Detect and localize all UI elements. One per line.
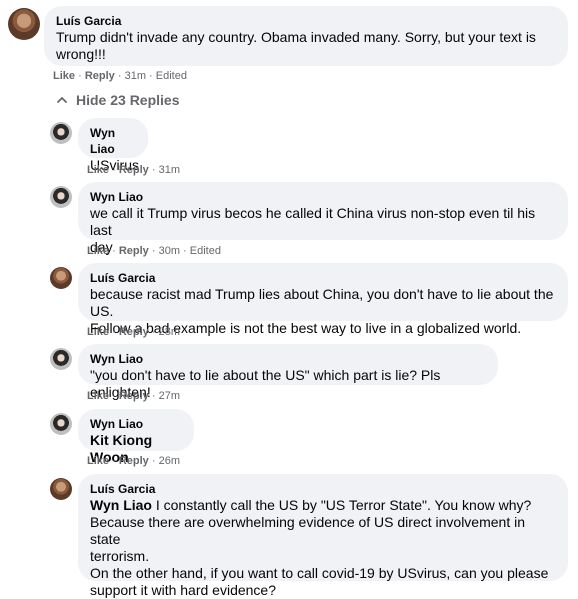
like-link[interactable]: Like — [87, 245, 109, 257]
comment-time[interactable]: 28m — [159, 326, 180, 338]
comment-bubble: Wyn Liao we call it Trump virus becos he… — [78, 182, 568, 255]
avatar[interactable] — [50, 122, 72, 144]
commenter-name[interactable]: Luís Garcia — [90, 270, 556, 286]
separator: · — [117, 70, 122, 82]
separator: · — [112, 245, 116, 257]
separator: · — [151, 326, 156, 338]
chevron-up-icon — [57, 97, 67, 103]
separator: · — [78, 70, 82, 82]
commenter-name[interactable]: Wyn Liao — [90, 351, 486, 367]
comment-bubble: Luís Garcia Wyn Liao I constantly call t… — [78, 474, 568, 598]
comment-actions: Like · Reply · 27m — [87, 389, 180, 403]
reply-link[interactable]: Reply — [119, 164, 149, 176]
separator: · — [151, 164, 156, 176]
like-link[interactable]: Like — [87, 326, 109, 338]
comment-time[interactable]: 31m — [159, 164, 180, 176]
like-link[interactable]: Like — [53, 70, 75, 82]
hide-replies-button[interactable]: Hide 23 Replies — [56, 91, 180, 109]
comment-bubble: Wyn Liao USvirus — [78, 118, 148, 173]
like-link[interactable]: Like — [87, 164, 109, 176]
avatar[interactable] — [8, 8, 40, 40]
comment-time[interactable]: 27m — [159, 390, 180, 402]
comment-time[interactable]: 26m — [159, 455, 180, 467]
like-link[interactable]: Like — [87, 390, 109, 402]
commenter-name[interactable]: Wyn Liao — [90, 189, 556, 205]
reply-link[interactable]: Reply — [119, 390, 149, 402]
avatar[interactable] — [50, 478, 72, 500]
separator: · — [149, 70, 153, 82]
avatar[interactable] — [50, 348, 72, 370]
avatar[interactable] — [50, 186, 72, 208]
comment-time[interactable]: 30m — [159, 245, 180, 257]
mention-link[interactable]: Wyn Liao — [90, 497, 152, 513]
avatar[interactable] — [50, 413, 72, 435]
commenter-name[interactable]: Wyn Liao — [90, 125, 136, 157]
hide-replies-label: Hide 23 Replies — [76, 92, 180, 108]
comment-actions: Like · Reply · 28m — [87, 325, 180, 339]
reply-link[interactable]: Reply — [85, 70, 115, 82]
comment-actions: Like · Reply · 31m — [87, 163, 180, 177]
reply-link[interactable]: Reply — [119, 245, 149, 257]
comment-actions: Like · Reply · 26m — [87, 454, 180, 468]
comment-time[interactable]: 31m — [125, 70, 146, 82]
comment-actions: Like · Reply · 31m · Edited — [53, 69, 187, 83]
edited-label: Edited — [155, 70, 187, 82]
separator: · — [151, 455, 156, 467]
separator: · — [151, 390, 156, 402]
comment-body: I constantly call the US by "US Terror S… — [90, 497, 549, 598]
separator: · — [112, 164, 116, 176]
comment-bubble: Luís Garcia because racist mad Trump lie… — [78, 263, 568, 336]
commenter-name[interactable]: Luís Garcia — [56, 13, 556, 29]
comment-text: Wyn Liao I constantly call the US by "US… — [90, 497, 556, 599]
reply-link[interactable]: Reply — [119, 326, 149, 338]
like-link[interactable]: Like — [87, 455, 109, 467]
comment-bubble: Wyn Liao Kit Kiong Woon — [78, 409, 194, 465]
commenter-name[interactable]: Luís Garcia — [90, 481, 556, 497]
comment-bubble: Luís Garcia Trump didn't invade any coun… — [44, 6, 568, 66]
comment-text: Trump didn't invade any country. Obama i… — [56, 29, 536, 62]
avatar[interactable] — [50, 267, 72, 289]
separator: · — [151, 245, 156, 257]
commenter-name[interactable]: Wyn Liao — [90, 416, 182, 432]
separator: · — [112, 455, 116, 467]
reply-link[interactable]: Reply — [119, 455, 149, 467]
edited-label: Edited — [189, 245, 221, 257]
comment-bubble: Wyn Liao "you don't have to lie about th… — [78, 344, 498, 400]
separator: · — [183, 245, 187, 257]
separator: · — [112, 326, 116, 338]
separator: · — [112, 390, 116, 402]
comment-actions: Like · Reply · 30m · Edited — [87, 244, 221, 258]
